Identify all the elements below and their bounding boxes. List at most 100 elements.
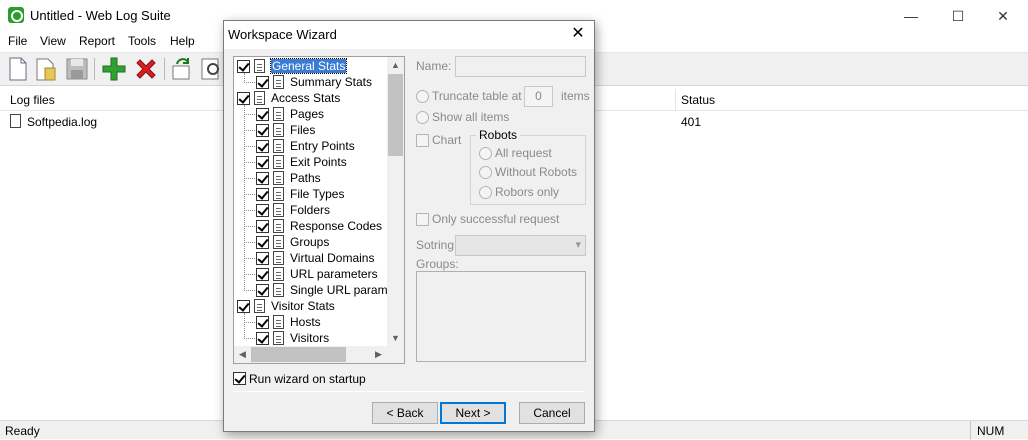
document-icon	[273, 235, 284, 249]
tree-horizontal-scrollbar[interactable]: ◀ ▶	[234, 346, 404, 363]
tree-item-label: Entry Points	[290, 139, 355, 153]
column-status[interactable]: Status	[681, 93, 715, 107]
tree-item-checkbox[interactable]	[256, 316, 269, 329]
tree-item-label: Virtual Domains	[290, 251, 375, 265]
tree-item[interactable]: Visitor Stats	[234, 298, 394, 314]
tree-item[interactable]: Pages	[234, 106, 394, 122]
open-document-icon[interactable]	[33, 56, 59, 82]
tree-item[interactable]: Groups	[234, 234, 394, 250]
refresh-icon[interactable]	[169, 56, 195, 82]
show-all-radio[interactable]	[416, 111, 429, 124]
tree-vertical-scrollbar[interactable]: ▲ ▼	[387, 57, 404, 347]
scroll-right-icon[interactable]: ▶	[370, 346, 387, 363]
tree-item-checkbox[interactable]	[256, 204, 269, 217]
menu-view[interactable]: View	[40, 34, 66, 48]
tree-item[interactable]: General Stats	[234, 58, 394, 74]
tree-item-checkbox[interactable]	[256, 140, 269, 153]
tree-item-checkbox[interactable]	[237, 60, 250, 73]
chart-checkbox[interactable]	[416, 134, 429, 147]
tree-item-checkbox[interactable]	[256, 268, 269, 281]
tree-item[interactable]: Exit Points	[234, 154, 394, 170]
scroll-down-icon[interactable]: ▼	[387, 330, 404, 347]
show-all-label: Show all items	[432, 110, 510, 124]
horizontal-scroll-thumb[interactable]	[251, 347, 346, 362]
run-wizard-checkbox[interactable]	[233, 372, 246, 385]
tree-item-checkbox[interactable]	[256, 220, 269, 233]
robots-without-label: Without Robots	[495, 165, 578, 179]
column-log-files[interactable]: Log files	[10, 93, 55, 107]
tree-item-label: Response Codes	[290, 219, 383, 233]
document-icon	[254, 299, 265, 313]
minimize-button[interactable]: —	[899, 4, 923, 28]
document-icon	[273, 107, 284, 121]
tree-item[interactable]: Paths	[234, 170, 394, 186]
tree-item[interactable]: Access Stats	[234, 90, 394, 106]
document-icon	[273, 315, 284, 329]
tree-item-checkbox[interactable]	[256, 284, 269, 297]
document-icon	[273, 75, 284, 89]
tree-item-checkbox[interactable]	[256, 172, 269, 185]
log-file-icon	[10, 114, 21, 128]
tree-item-checkbox[interactable]	[256, 236, 269, 249]
scroll-up-icon[interactable]: ▲	[387, 57, 404, 74]
tree-item-label: Paths	[290, 171, 321, 185]
dialog-title: Workspace Wizard	[228, 27, 337, 42]
menu-tools[interactable]: Tools	[128, 34, 156, 48]
stats-tree[interactable]: General Stats Summary Stats Access Stats Pa…	[233, 56, 405, 364]
tree-item-checkbox[interactable]	[256, 124, 269, 137]
menu-file[interactable]: File	[8, 34, 27, 48]
document-icon	[273, 187, 284, 201]
tree-item-checkbox[interactable]	[237, 300, 250, 313]
document-icon	[273, 155, 284, 169]
tree-item[interactable]: Visitors	[234, 330, 394, 346]
only-successful-checkbox[interactable]	[416, 213, 429, 226]
vertical-scroll-thumb[interactable]	[388, 74, 403, 156]
preview-icon[interactable]	[199, 56, 225, 82]
tree-item-checkbox[interactable]	[256, 188, 269, 201]
robots-without-radio[interactable]	[479, 166, 492, 179]
sorting-label: Sotring:	[416, 238, 458, 252]
tree-item-checkbox[interactable]	[256, 156, 269, 169]
save-icon[interactable]	[64, 56, 90, 82]
truncate-input[interactable]: 0	[524, 86, 553, 107]
tree-item[interactable]: URL parameters	[234, 266, 394, 282]
tree-item-checkbox[interactable]	[256, 332, 269, 345]
truncate-radio[interactable]	[416, 90, 429, 103]
cancel-button[interactable]: Cancel	[519, 402, 585, 424]
groups-label: Groups:	[416, 257, 459, 271]
tree-item[interactable]: Virtual Domains	[234, 250, 394, 266]
name-input[interactable]	[455, 56, 586, 77]
document-icon	[273, 171, 284, 185]
next-button[interactable]: Next >	[440, 402, 506, 424]
add-icon[interactable]	[101, 56, 127, 82]
scroll-left-icon[interactable]: ◀	[234, 346, 251, 363]
tree-item[interactable]: Single URL paramet	[234, 282, 398, 298]
dialog-close-button[interactable]: ✕	[568, 24, 588, 44]
tree-item[interactable]: Folders	[234, 202, 394, 218]
back-button[interactable]: < Back	[372, 402, 438, 424]
menu-help[interactable]: Help	[170, 34, 195, 48]
menu-report[interactable]: Report	[79, 34, 115, 48]
tree-item[interactable]: File Types	[234, 186, 394, 202]
maximize-button[interactable]: ☐	[946, 4, 970, 28]
tree-item[interactable]: Response Codes	[234, 218, 394, 234]
robots-only-radio[interactable]	[479, 186, 492, 199]
tree-item-checkbox[interactable]	[256, 108, 269, 121]
robots-all-radio[interactable]	[479, 147, 492, 160]
tree-item-checkbox[interactable]	[237, 92, 250, 105]
app-icon	[8, 7, 24, 23]
new-document-icon[interactable]	[5, 56, 31, 82]
tree-item[interactable]: Files	[234, 122, 394, 138]
tree-item-label: Pages	[290, 107, 325, 121]
tree-item[interactable]: Summary Stats	[234, 74, 394, 90]
tree-item-checkbox[interactable]	[256, 76, 269, 89]
groups-list[interactable]	[416, 271, 586, 362]
tree-item[interactable]: Hosts	[234, 314, 394, 330]
tree-item-label: Access Stats	[271, 91, 341, 105]
delete-icon[interactable]	[133, 56, 159, 82]
sorting-select[interactable]: ▾	[455, 235, 586, 256]
document-icon	[254, 59, 265, 73]
close-button[interactable]: ✕	[991, 4, 1015, 28]
tree-item[interactable]: Entry Points	[234, 138, 394, 154]
tree-item-checkbox[interactable]	[256, 252, 269, 265]
